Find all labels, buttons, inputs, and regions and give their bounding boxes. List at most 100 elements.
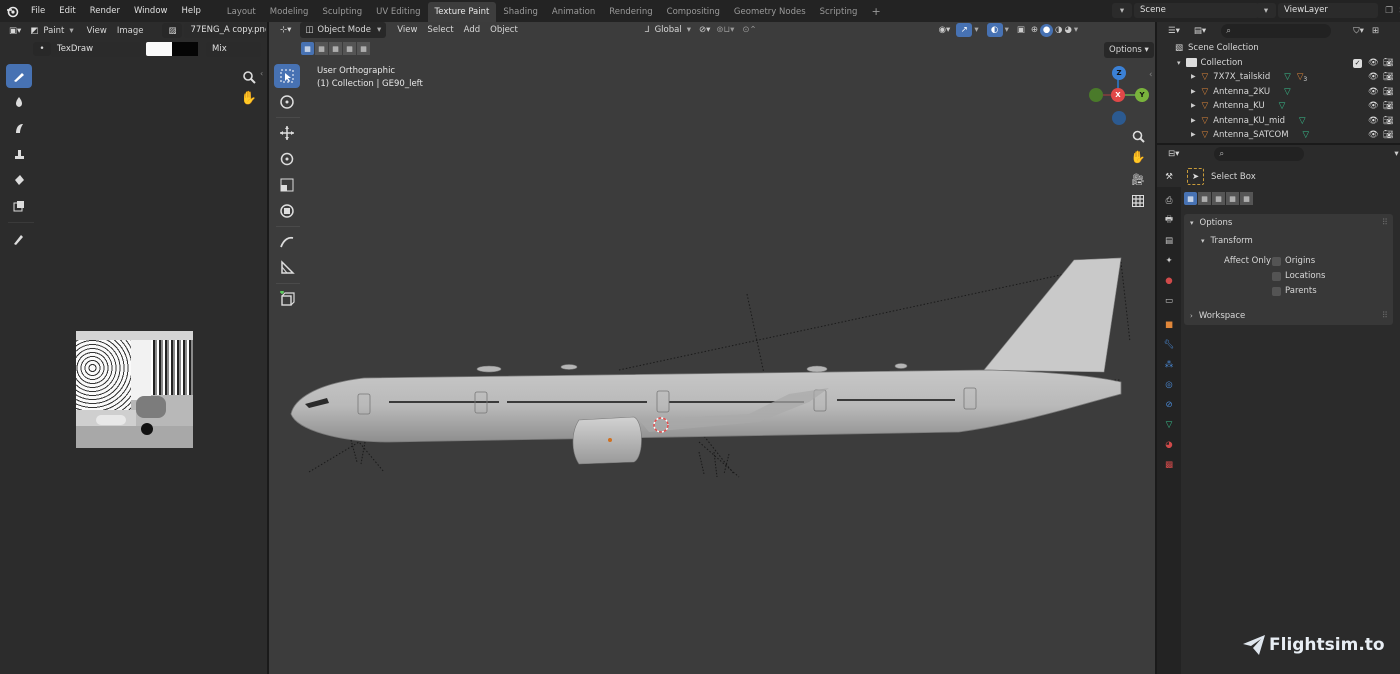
mask-tool[interactable] — [6, 194, 32, 218]
tab-shading[interactable]: Shading — [496, 2, 545, 22]
image-name-field[interactable]: 77ENG_A copy.png.0 — [184, 23, 267, 38]
particles-tab-icon[interactable]: ⁂ — [1157, 355, 1181, 375]
locations-checkbox-box[interactable] — [1272, 271, 1281, 281]
clone-tool[interactable] — [6, 142, 32, 166]
view-layer-tab-icon[interactable]: ▤ — [1157, 231, 1181, 251]
color-swatch-black[interactable] — [172, 42, 198, 56]
scene-selector[interactable]: ▾ Scene — [1112, 3, 1259, 18]
collection-render-icon[interactable]: 📷︎ — [1383, 56, 1394, 71]
collection-row[interactable]: ▾ Collection ✓ 👁︎ 📷︎ — [1157, 56, 1400, 71]
mode-dropdown[interactable]: Paint — [38, 23, 69, 39]
output-tab-icon[interactable]: 🖶︎ — [1157, 211, 1181, 231]
scene-collection-row[interactable]: ▧ Scene Collection — [1157, 41, 1400, 56]
transform-subpanel-header[interactable]: ▾ Transform — [1184, 232, 1393, 250]
tab-layout[interactable]: Layout — [220, 2, 263, 22]
properties-search-field[interactable]: ⌕ — [1214, 147, 1305, 161]
outliner-editor-type-icon[interactable]: ☰▾ — [1163, 23, 1185, 39]
workspace-drag-handle-icon[interactable]: ⠿ — [1382, 311, 1388, 321]
menu-window[interactable]: Window — [127, 0, 175, 22]
aircraft-model[interactable] — [269, 22, 1155, 674]
display-mode-icon[interactable]: ▤▾ — [1189, 23, 1211, 39]
tab-scripting[interactable]: Scripting — [813, 2, 865, 22]
list-item[interactable]: ▶ ▽ 7X7X_tailskid ▽ ▽ 3 👁︎ 📷︎ — [1157, 70, 1400, 85]
list-item[interactable]: ▶ ▽ Antenna_KU ▽ 👁︎ 📷︎ — [1157, 99, 1400, 114]
expand-icon[interactable]: ▶ — [1191, 114, 1196, 129]
blender-logo-icon[interactable] — [0, 5, 24, 18]
texture-tab-icon[interactable]: ▩ — [1157, 455, 1181, 475]
item-visibility-icon[interactable]: 👁︎ — [1368, 114, 1379, 129]
view-layer-field[interactable]: ViewLayer — [1278, 3, 1378, 18]
properties-options-icon[interactable]: ▾ — [1394, 149, 1398, 159]
prop-select-extend-icon[interactable]: ▦ — [1198, 192, 1211, 205]
item-render-icon[interactable]: 📷︎ — [1383, 85, 1394, 100]
item-visibility-icon[interactable]: 👁︎ — [1368, 99, 1379, 114]
tab-texture-paint[interactable]: Texture Paint — [427, 2, 497, 22]
tab-rendering[interactable]: Rendering — [602, 2, 659, 22]
item-visibility-icon[interactable]: 👁︎ — [1368, 85, 1379, 100]
editor-type-icon[interactable]: ▣▾ — [4, 23, 26, 39]
expand-icon[interactable]: ▶ — [1191, 128, 1196, 143]
image-browse-icon[interactable]: ▨ — [162, 23, 183, 38]
soften-tool[interactable] — [6, 90, 32, 114]
fill-tool[interactable] — [6, 168, 32, 192]
prop-select-new-icon[interactable]: ▦ — [1184, 192, 1197, 205]
brush-name-field[interactable]: TexDraw — [51, 41, 141, 57]
brush-icon[interactable]: • — [33, 42, 51, 56]
affect-origins-checkbox[interactable]: Origins — [1272, 256, 1315, 266]
tab-geometry-nodes[interactable]: Geometry Nodes — [727, 2, 813, 22]
options-panel-header[interactable]: ▾ Options ⠿ — [1184, 214, 1393, 232]
list-item[interactable]: ▶ ▽ Antenna_SATCOM ▽ 👁︎ 📷︎ — [1157, 128, 1400, 143]
origins-checkbox-box[interactable] — [1272, 256, 1281, 266]
item-render-icon[interactable]: 📷︎ — [1383, 114, 1394, 129]
expand-icon[interactable]: ▶ — [1191, 85, 1196, 100]
parents-checkbox-box[interactable] — [1272, 286, 1281, 296]
expand-icon[interactable]: ▶ — [1191, 70, 1196, 85]
constraints-tab-icon[interactable]: ⊘ — [1157, 395, 1181, 415]
menu-edit[interactable]: Edit — [52, 0, 82, 22]
draw-tool[interactable] — [6, 64, 32, 88]
menu-render[interactable]: Render — [83, 0, 127, 22]
new-collection-icon[interactable]: ⊞ — [1372, 26, 1379, 36]
item-render-icon[interactable]: 📷︎ — [1383, 128, 1394, 143]
menu-view[interactable]: View — [82, 23, 112, 39]
collection-tab-icon[interactable]: ▭ — [1157, 291, 1181, 311]
filter-icon[interactable]: ⛉▾ — [1353, 26, 1364, 36]
menu-help[interactable]: Help — [174, 0, 207, 22]
tab-compositing[interactable]: Compositing — [660, 2, 727, 22]
menu-image[interactable]: Image — [112, 23, 149, 39]
blend-mode-dropdown[interactable]: Mix — [206, 41, 261, 57]
item-visibility-icon[interactable]: 👁︎ — [1368, 128, 1379, 143]
tab-animation[interactable]: Animation — [545, 2, 602, 22]
collection-checkbox[interactable]: ✓ — [1353, 58, 1362, 68]
modifier-tab-icon[interactable]: 🔧︎ — [1157, 335, 1181, 355]
prop-select-subtract-icon[interactable]: ▦ — [1212, 192, 1225, 205]
object-tab-icon[interactable]: ■ — [1157, 315, 1181, 335]
collection-visibility-icon[interactable]: 👁︎ — [1368, 56, 1379, 71]
workspace-panel-header[interactable]: › Workspace ⠿ — [1184, 307, 1393, 325]
annotate-tool[interactable] — [6, 227, 32, 251]
render-tab-icon[interactable]: ⎙ — [1157, 191, 1181, 211]
physics-tab-icon[interactable]: ◎ — [1157, 375, 1181, 395]
material-tab-icon[interactable]: ◕ — [1157, 435, 1181, 455]
menu-file[interactable]: File — [24, 0, 52, 22]
smear-tool[interactable] — [6, 116, 32, 140]
list-item[interactable]: ▶ ▽ Antenna_KU_mid ▽ 👁︎ 📷︎ — [1157, 114, 1400, 129]
properties-editor-type-icon[interactable]: ⊟▾ — [1163, 146, 1184, 162]
prop-select-invert-icon[interactable]: ▦ — [1226, 192, 1239, 205]
collection-expand-icon[interactable]: ▾ — [1177, 56, 1181, 71]
affect-parents-checkbox[interactable]: Parents — [1272, 286, 1317, 296]
tool-tab-icon[interactable]: ⚒ — [1157, 167, 1181, 187]
add-workspace-button[interactable]: + — [864, 2, 887, 22]
3d-viewport[interactable]: ⊹▾ ◫ Object Mode ▾ View Select Add Objec… — [269, 22, 1155, 674]
color-swatch-white[interactable] — [146, 42, 172, 56]
tab-sculpting[interactable]: Sculpting — [315, 2, 369, 22]
world-tab-icon[interactable]: ● — [1157, 271, 1181, 291]
scene-tab-icon[interactable]: ✦ — [1157, 251, 1181, 271]
affect-locations-checkbox[interactable]: Locations — [1272, 271, 1325, 281]
remove-view-layer-icon[interactable]: ✕ — [1396, 6, 1400, 16]
tab-uv-editing[interactable]: UV Editing — [369, 2, 427, 22]
scene-field[interactable]: Scene — [1134, 3, 1259, 18]
list-item[interactable]: ▶ ▽ Antenna_2KU ▽ 👁︎ 📷︎ — [1157, 85, 1400, 100]
item-render-icon[interactable]: 📷︎ — [1383, 99, 1394, 114]
options-drag-handle-icon[interactable]: ⠿ — [1382, 218, 1388, 228]
